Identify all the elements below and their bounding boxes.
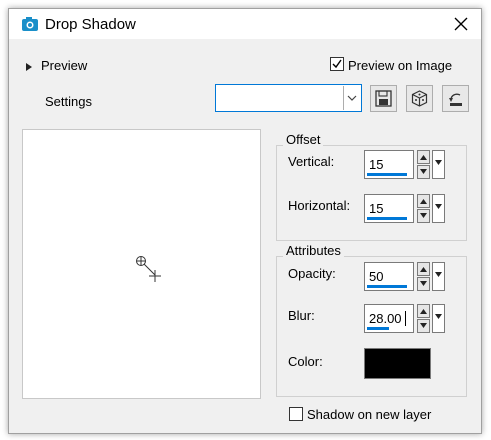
text-caret [405, 311, 406, 326]
spin-down-icon[interactable] [417, 319, 430, 333]
close-icon[interactable] [451, 14, 471, 34]
opacity-value: 50 [369, 269, 384, 284]
window-title: Drop Shadow [45, 16, 136, 33]
preview-on-image-checkbox[interactable] [330, 57, 344, 71]
spin-up-icon[interactable] [417, 194, 430, 208]
preview-canvas[interactable] [22, 129, 261, 399]
attributes-group-title: Attributes [283, 243, 344, 258]
chevron-down-icon[interactable] [343, 86, 360, 110]
offset-group-title: Offset [283, 132, 324, 147]
title-bar: Drop Shadow [9, 9, 481, 39]
spin-up-icon[interactable] [417, 150, 430, 164]
shadow-on-new-layer-label[interactable]: Shadow on new layer [307, 407, 431, 422]
blur-level-bar [367, 327, 389, 330]
shadow-on-new-layer-checkbox[interactable] [289, 407, 303, 421]
triangle-right-icon[interactable] [25, 60, 33, 75]
horizontal-input[interactable]: 15 [364, 194, 414, 223]
blur-spinner[interactable] [417, 304, 430, 333]
reset-button[interactable] [442, 85, 469, 112]
opacity-spinner[interactable] [417, 262, 430, 291]
opacity-dropdown-icon[interactable] [432, 262, 445, 291]
vertical-value: 15 [369, 157, 384, 172]
opacity-label: Opacity: [288, 266, 336, 281]
blur-dropdown-icon[interactable] [432, 304, 445, 333]
vertical-label: Vertical: [288, 154, 335, 169]
vertical-level-bar [367, 173, 407, 176]
horizontal-spinner[interactable] [417, 194, 430, 223]
settings-label: Settings [45, 94, 92, 109]
horizontal-value: 15 [369, 201, 384, 216]
horizontal-dropdown-icon[interactable] [432, 194, 445, 223]
randomize-button[interactable] [406, 85, 433, 112]
spin-down-icon[interactable] [417, 165, 430, 179]
opacity-input[interactable]: 50 [364, 262, 414, 291]
shadow-color-swatch[interactable] [364, 348, 431, 379]
spin-up-icon[interactable] [417, 304, 430, 318]
vertical-dropdown-icon[interactable] [432, 150, 445, 179]
color-label: Color: [288, 354, 323, 369]
crosshair-cursor-icon [135, 255, 165, 288]
blur-input[interactable]: 28.00 [364, 304, 414, 333]
vertical-spinner[interactable] [417, 150, 430, 179]
spin-up-icon[interactable] [417, 262, 430, 276]
settings-combobox[interactable] [215, 84, 362, 112]
preview-on-image-label[interactable]: Preview on Image [348, 58, 452, 73]
spin-down-icon[interactable] [417, 277, 430, 291]
camera-icon [21, 15, 39, 33]
blur-value: 28.00 [369, 311, 402, 326]
opacity-level-bar [367, 285, 407, 288]
vertical-input[interactable]: 15 [364, 150, 414, 179]
horizontal-level-bar [367, 217, 407, 220]
spin-down-icon[interactable] [417, 209, 430, 223]
preview-expander-label[interactable]: Preview [41, 58, 87, 73]
drop-shadow-dialog: Drop Shadow Preview Preview on Image Set… [8, 8, 482, 434]
horizontal-label: Horizontal: [288, 198, 351, 213]
save-preset-button[interactable] [370, 85, 397, 112]
blur-label: Blur: [288, 308, 315, 323]
